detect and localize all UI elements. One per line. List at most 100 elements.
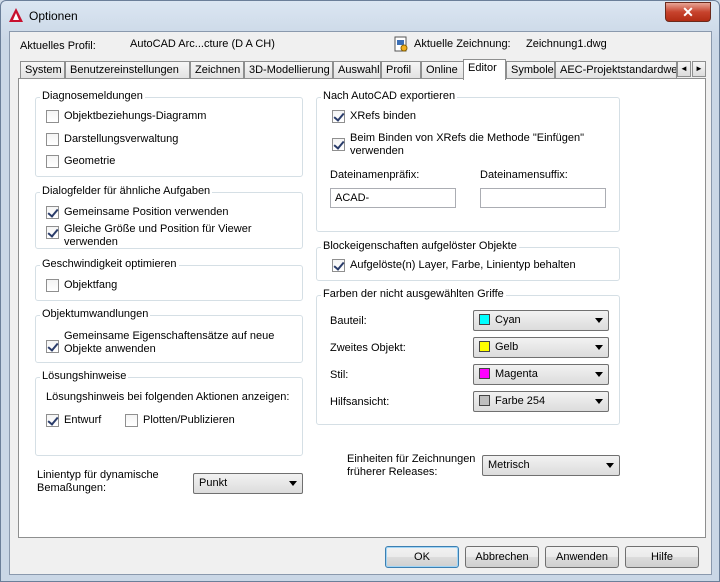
autocad-logo-icon: [9, 8, 23, 22]
block-group-title: Blockeigenschaften aufgelöster Objekte: [321, 240, 519, 252]
hilfsansicht-color-value: Farbe 254: [495, 395, 546, 407]
stil-color-value: Magenta: [495, 368, 538, 380]
hilfsansicht-label: Hilfsansicht:: [330, 396, 390, 408]
methode-einfuegen-label: Beim Binden von XRefs die Methode "Einfü…: [350, 132, 585, 157]
hilfsansicht-color-dropdown[interactable]: Farbe 254: [473, 391, 609, 412]
bauteil-color-value: Cyan: [495, 314, 521, 326]
checkbox-eigenschaftensaetze[interactable]: [46, 340, 59, 353]
checkbox-darstellungsverwaltung[interactable]: [46, 133, 59, 146]
yellow-swatch: [479, 341, 490, 352]
layer-behalten-label: Aufgelöste(n) Layer, Farbe, Linientyp be…: [350, 259, 576, 271]
chevron-down-icon: [289, 481, 297, 486]
current-drawing-label: Aktuelle Zeichnung:: [414, 38, 511, 50]
hints-group-title: Lösungshinweise: [40, 370, 129, 382]
tab-zeichnen[interactable]: Zeichnen: [190, 61, 244, 79]
checkbox-gleiche-groesse[interactable]: [46, 226, 59, 239]
checkbox-geometrie[interactable]: [46, 155, 59, 168]
stil-label: Stil:: [330, 369, 349, 381]
tab-scroll-right-button[interactable]: ►: [692, 61, 706, 77]
tab-system[interactable]: System: [20, 61, 65, 79]
hints-subtitle: Lösungshinweis bei folgenden Aktionen an…: [46, 391, 290, 403]
chevron-down-icon: [606, 463, 614, 468]
convert-group-title: Objektumwandlungen: [40, 308, 151, 320]
drawing-file-icon: [394, 36, 408, 52]
checkbox-entwurf[interactable]: [46, 414, 59, 427]
gray-swatch: [479, 395, 490, 406]
apply-button[interactable]: Anwenden: [545, 546, 619, 568]
close-button[interactable]: ✕: [665, 2, 711, 22]
grip-colors-group: Farben der nicht ausgewählten Griffe Bau…: [316, 288, 620, 425]
suffix-input[interactable]: [480, 188, 606, 208]
window-title: Optionen: [29, 9, 78, 23]
checkbox-xrefs-binden[interactable]: [332, 110, 345, 123]
units-dropdown[interactable]: Metrisch: [482, 455, 620, 476]
zweites-objekt-color-value: Gelb: [495, 341, 519, 353]
objektfang-label: Objektfang: [64, 279, 118, 291]
prefix-input[interactable]: ACAD-: [330, 188, 456, 208]
units-label: Einheiten für Zeichnungen früherer Relea…: [347, 453, 476, 478]
tab-profil[interactable]: Profil: [381, 61, 421, 79]
dialogs-group: Dialogfelder für ähnliche Aufgaben Gemei…: [35, 185, 303, 249]
tab-strip: System Benutzereinstellungen Zeichnen 3D…: [18, 59, 706, 80]
editor-tab-panel: Diagnosemeldungen Objektbeziehungs-Diagr…: [18, 78, 706, 538]
xrefs-binden-label: XRefs binden: [350, 110, 417, 122]
linetype-value: Punkt: [199, 477, 228, 489]
tab-editor[interactable]: Editor: [463, 59, 506, 80]
speed-group-title: Geschwindigkeit optimieren: [40, 258, 179, 270]
objektbeziehungs-diagramm-label: Objektbeziehungs-Diagramm: [64, 110, 207, 122]
stil-color-dropdown[interactable]: Magenta: [473, 364, 609, 385]
block-group: Blockeigenschaften aufgelöster Objekte A…: [316, 240, 620, 281]
tab-aec-projektstandardwerte[interactable]: AEC-Projektstandardwerte: [555, 61, 677, 79]
current-profile-value: AutoCAD Arc...cture (D A CH): [130, 38, 275, 50]
dialogs-group-title: Dialogfelder für ähnliche Aufgaben: [40, 185, 213, 197]
checkbox-plotten-publizieren[interactable]: [125, 414, 138, 427]
checkbox-layer-behalten[interactable]: [332, 259, 345, 272]
checkbox-gemeinsame-position[interactable]: [46, 206, 59, 219]
convert-group: Objektumwandlungen Gemeinsame Eigenschaf…: [35, 308, 303, 363]
gleiche-groesse-label: Gleiche Größe und Position für Viewer ve…: [64, 223, 252, 248]
chevron-down-icon: [595, 372, 603, 377]
chevron-down-icon: [595, 345, 603, 350]
plotten-publizieren-label: Plotten/Publizieren: [143, 414, 235, 426]
speed-group: Geschwindigkeit optimieren Objektfang: [35, 258, 303, 301]
checkbox-objektbeziehungs-diagramm[interactable]: [46, 110, 59, 123]
hints-group: Lösungshinweise Lösungshinweis bei folge…: [35, 370, 303, 456]
tab-online[interactable]: Online: [421, 61, 464, 79]
cancel-button[interactable]: Abbrechen: [465, 546, 539, 568]
bauteil-label: Bauteil:: [330, 315, 367, 327]
diagnose-group: Diagnosemeldungen Objektbeziehungs-Diagr…: [35, 90, 303, 177]
cyan-swatch: [479, 314, 490, 325]
grip-colors-group-title: Farben der nicht ausgewählten Griffe: [321, 288, 506, 300]
tab-benutzereinstellungen[interactable]: Benutzereinstellungen: [65, 61, 190, 79]
checkbox-objektfang[interactable]: [46, 279, 59, 292]
eigenschaftensaetze-label: Gemeinsame Eigenschaftensätze auf neue O…: [64, 330, 275, 355]
magenta-swatch: [479, 368, 490, 379]
tab-3d-modellierung[interactable]: 3D-Modellierung: [244, 61, 333, 79]
diagnose-group-title: Diagnosemeldungen: [40, 90, 145, 102]
chevron-down-icon: [595, 399, 603, 404]
checkbox-methode-einfuegen[interactable]: [332, 138, 345, 151]
gemeinsame-position-label: Gemeinsame Position verwenden: [64, 206, 229, 218]
ok-button[interactable]: OK: [385, 546, 459, 568]
suffix-label: Dateinamensuffix:: [480, 169, 568, 181]
dialog-client-area: Aktuelles Profil: AutoCAD Arc...cture (D…: [9, 31, 712, 575]
zweites-objekt-color-dropdown[interactable]: Gelb: [473, 337, 609, 358]
geometrie-label: Geometrie: [64, 155, 116, 167]
current-drawing-value: Zeichnung1.dwg: [526, 38, 607, 50]
help-button[interactable]: Hilfe: [625, 546, 699, 568]
zweites-objekt-label: Zweites Objekt:: [330, 342, 406, 354]
title-bar[interactable]: Optionen ✕: [1, 1, 719, 31]
entwurf-label: Entwurf: [64, 414, 102, 426]
export-group: Nach AutoCAD exportieren XRefs binden Be…: [316, 90, 620, 232]
export-group-title: Nach AutoCAD exportieren: [321, 90, 458, 102]
chevron-down-icon: [595, 318, 603, 323]
tab-scroll-left-button[interactable]: ◄: [677, 61, 691, 77]
linetype-dropdown[interactable]: Punkt: [193, 473, 303, 494]
tab-symbole[interactable]: Symbole: [506, 61, 555, 79]
units-value: Metrisch: [488, 459, 530, 471]
prefix-label: Dateinamenpräfix:: [330, 169, 420, 181]
bauteil-color-dropdown[interactable]: Cyan: [473, 310, 609, 331]
tab-auswahl[interactable]: Auswahl: [333, 61, 381, 79]
linetype-label: Linientyp für dynamische Bemaßungen:: [37, 469, 159, 494]
options-window: Optionen ✕ Aktuelles Profil: AutoCAD Arc…: [0, 0, 720, 582]
